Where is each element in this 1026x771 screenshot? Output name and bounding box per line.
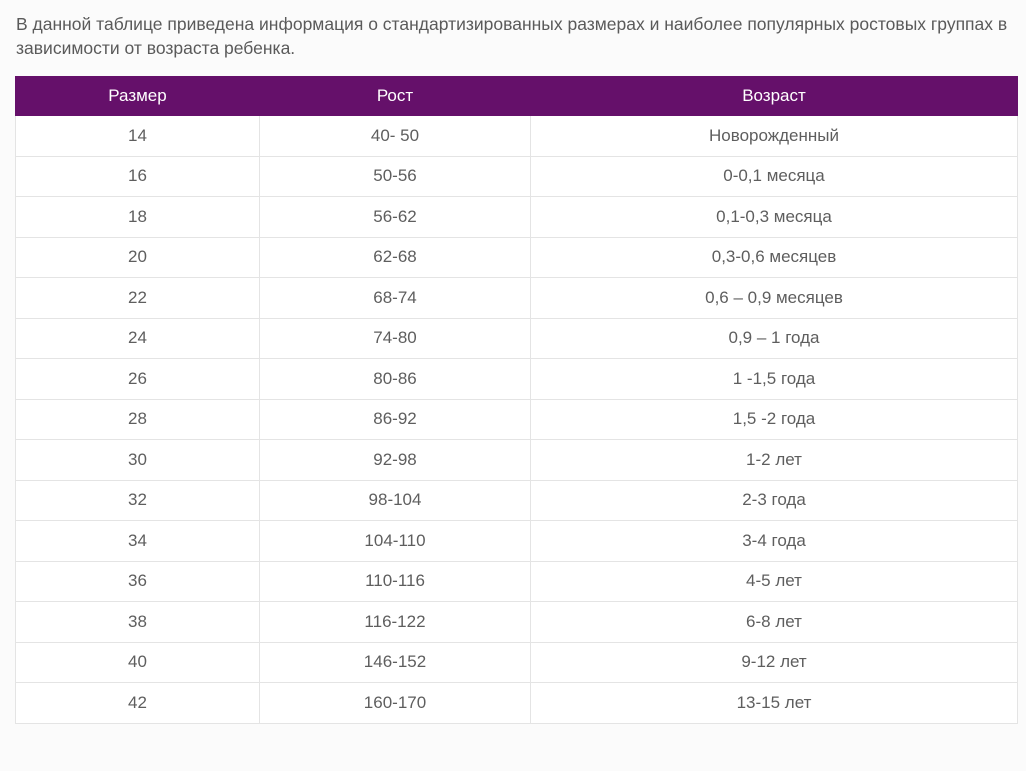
table-row: 22 68-74 0,6 – 0,9 месяцев [15,277,1018,319]
height-cell: 110-116 [259,560,531,602]
table-row: 26 80-86 1 -1,5 года [15,358,1018,400]
age-cell: 2-3 года [530,479,1018,521]
size-cell: 18 [15,196,260,238]
age-cell: 3-4 года [530,520,1018,562]
table-row: 18 56-62 0,1-0,3 месяца [15,196,1018,238]
age-cell: 1-2 лет [530,439,1018,481]
size-cell: 24 [15,317,260,359]
age-cell: 0-0,1 месяца [530,155,1018,197]
size-cell: 22 [15,277,260,319]
size-cell: 16 [15,155,260,197]
header-row: Размер Рост Возраст [15,76,1018,116]
height-cell: 104-110 [259,520,531,562]
size-cell: 28 [15,398,260,440]
age-cell: 0,3-0,6 месяцев [530,236,1018,278]
height-cell: 160-170 [259,682,531,724]
height-cell: 86-92 [259,398,531,440]
table-row: 24 74-80 0,9 – 1 года [15,317,1018,359]
age-cell: 1,5 -2 года [530,398,1018,440]
table-row: 36 110-116 4-5 лет [15,560,1018,602]
table-row: 28 86-92 1,5 -2 года [15,398,1018,440]
size-cell: 32 [15,479,260,521]
size-cell: 20 [15,236,260,278]
table-row: 30 92-98 1-2 лет [15,439,1018,481]
size-cell: 38 [15,601,260,643]
height-cell: 56-62 [259,196,531,238]
table-row: 42 160-170 13-15 лет [15,682,1018,724]
size-cell: 36 [15,560,260,602]
size-cell: 30 [15,439,260,481]
age-cell: 1 -1,5 года [530,358,1018,400]
height-cell: 68-74 [259,277,531,319]
age-cell: 9-12 лет [530,641,1018,683]
size-cell: 26 [15,358,260,400]
size-cell: 40 [15,641,260,683]
table-header: Размер Рост Возраст [15,76,1018,116]
column-header-size: Размер [15,76,260,116]
table-row: 38 116-122 6-8 лет [15,601,1018,643]
age-cell: 6-8 лет [530,601,1018,643]
age-cell: 0,1-0,3 месяца [530,196,1018,238]
table-row: 40 146-152 9-12 лет [15,641,1018,683]
size-cell: 34 [15,520,260,562]
height-cell: 40- 50 [259,115,531,157]
size-cell: 14 [15,115,260,157]
table-row: 20 62-68 0,3-0,6 месяцев [15,236,1018,278]
table-row: 34 104-110 3-4 года [15,520,1018,562]
table-row: 32 98-104 2-3 года [15,479,1018,521]
table-body: 14 40- 50 Новорожденный 16 50-56 0-0,1 месяца… [15,115,1018,724]
height-cell: 62-68 [259,236,531,278]
intro-paragraph: В данной таблице приведена информация о … [16,14,1008,58]
column-header-height: Рост [259,76,531,116]
column-header-age: Возраст [530,76,1018,116]
age-cell: Новорожденный [530,115,1018,157]
height-cell: 92-98 [259,439,531,481]
size-cell: 42 [15,682,260,724]
table-row: 14 40- 50 Новорожденный [15,115,1018,157]
height-cell: 98-104 [259,479,531,521]
height-cell: 80-86 [259,358,531,400]
age-cell: 0,6 – 0,9 месяцев [530,277,1018,319]
height-cell: 146-152 [259,641,531,683]
height-cell: 74-80 [259,317,531,359]
size-chart-table: Размер Рост Возраст 14 40- 50 Новорожденны… [15,76,1018,724]
table-row: 16 50-56 0-0,1 месяца [15,155,1018,197]
height-cell: 116-122 [259,601,531,643]
age-cell: 13-15 лет [530,682,1018,724]
age-cell: 4-5 лет [530,560,1018,602]
height-cell: 50-56 [259,155,531,197]
age-cell: 0,9 – 1 года [530,317,1018,359]
